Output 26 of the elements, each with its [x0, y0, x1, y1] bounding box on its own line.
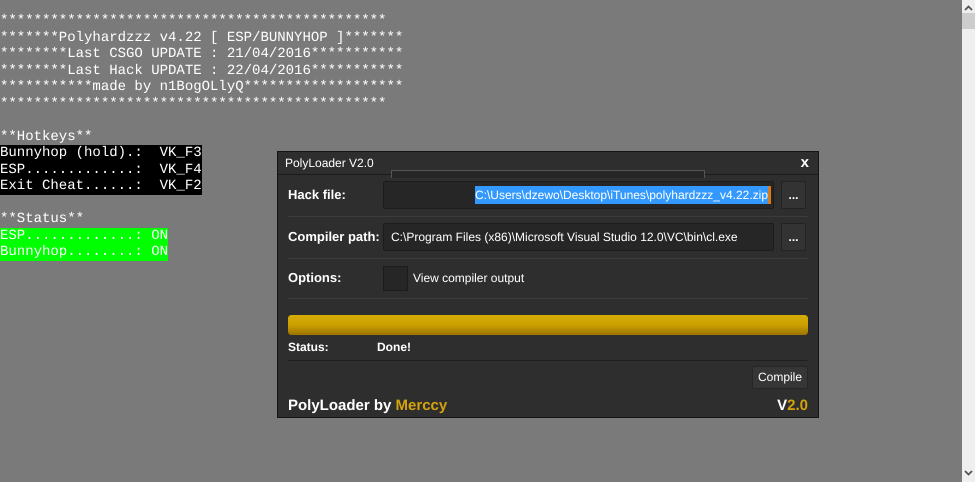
status-label: Status: [288, 339, 330, 356]
window-title: PolyLoader V2.0 [285, 154, 374, 172]
scroll-down-icon[interactable] [964, 470, 973, 476]
console-line: ********************************************** [0, 96, 386, 112]
scrollbar[interactable] [962, 0, 975, 482]
compile-button[interactable]: Compile [752, 366, 808, 388]
checkbox-label[interactable]: View compiler output [413, 269, 524, 287]
console-line: ***********made by n1BogOLlyQ******************* [0, 79, 404, 96]
close-button[interactable]: x [800, 155, 809, 170]
field-label: Compiler path: [288, 228, 381, 246]
browse-button[interactable]: ... [781, 181, 806, 209]
console-line: **Hotkeys** [0, 128, 92, 145]
brand-text: PolyLoader by Merccy [288, 396, 448, 416]
scroll-thumb[interactable] [962, 13, 975, 29]
console-line: **Status** [0, 211, 84, 228]
status-value: Done! [377, 339, 411, 356]
console-line: ********Last CSGO UPDATE : 21/04/2016*********** [0, 46, 404, 62]
input-field[interactable]: C:\Program Files (x86)\Microsoft Visual Studio 12.0\VC\bin\cl.exe [383, 223, 774, 251]
console-line: *******Polyhardzzz v4.22 [ ESP/BUNNYHOP ]******* [0, 30, 404, 46]
browse-button[interactable]: ... [781, 223, 806, 251]
scroll-up-icon[interactable] [964, 5, 973, 11]
console-line: ********************************************** [0, 13, 386, 30]
field-label: Options: [288, 269, 342, 288]
version-text: V2.0 [777, 396, 808, 416]
console-line: ********Last Hack UPDATE : 22/04/2016*********** [0, 62, 404, 79]
field-label: Hack file: [288, 186, 347, 204]
